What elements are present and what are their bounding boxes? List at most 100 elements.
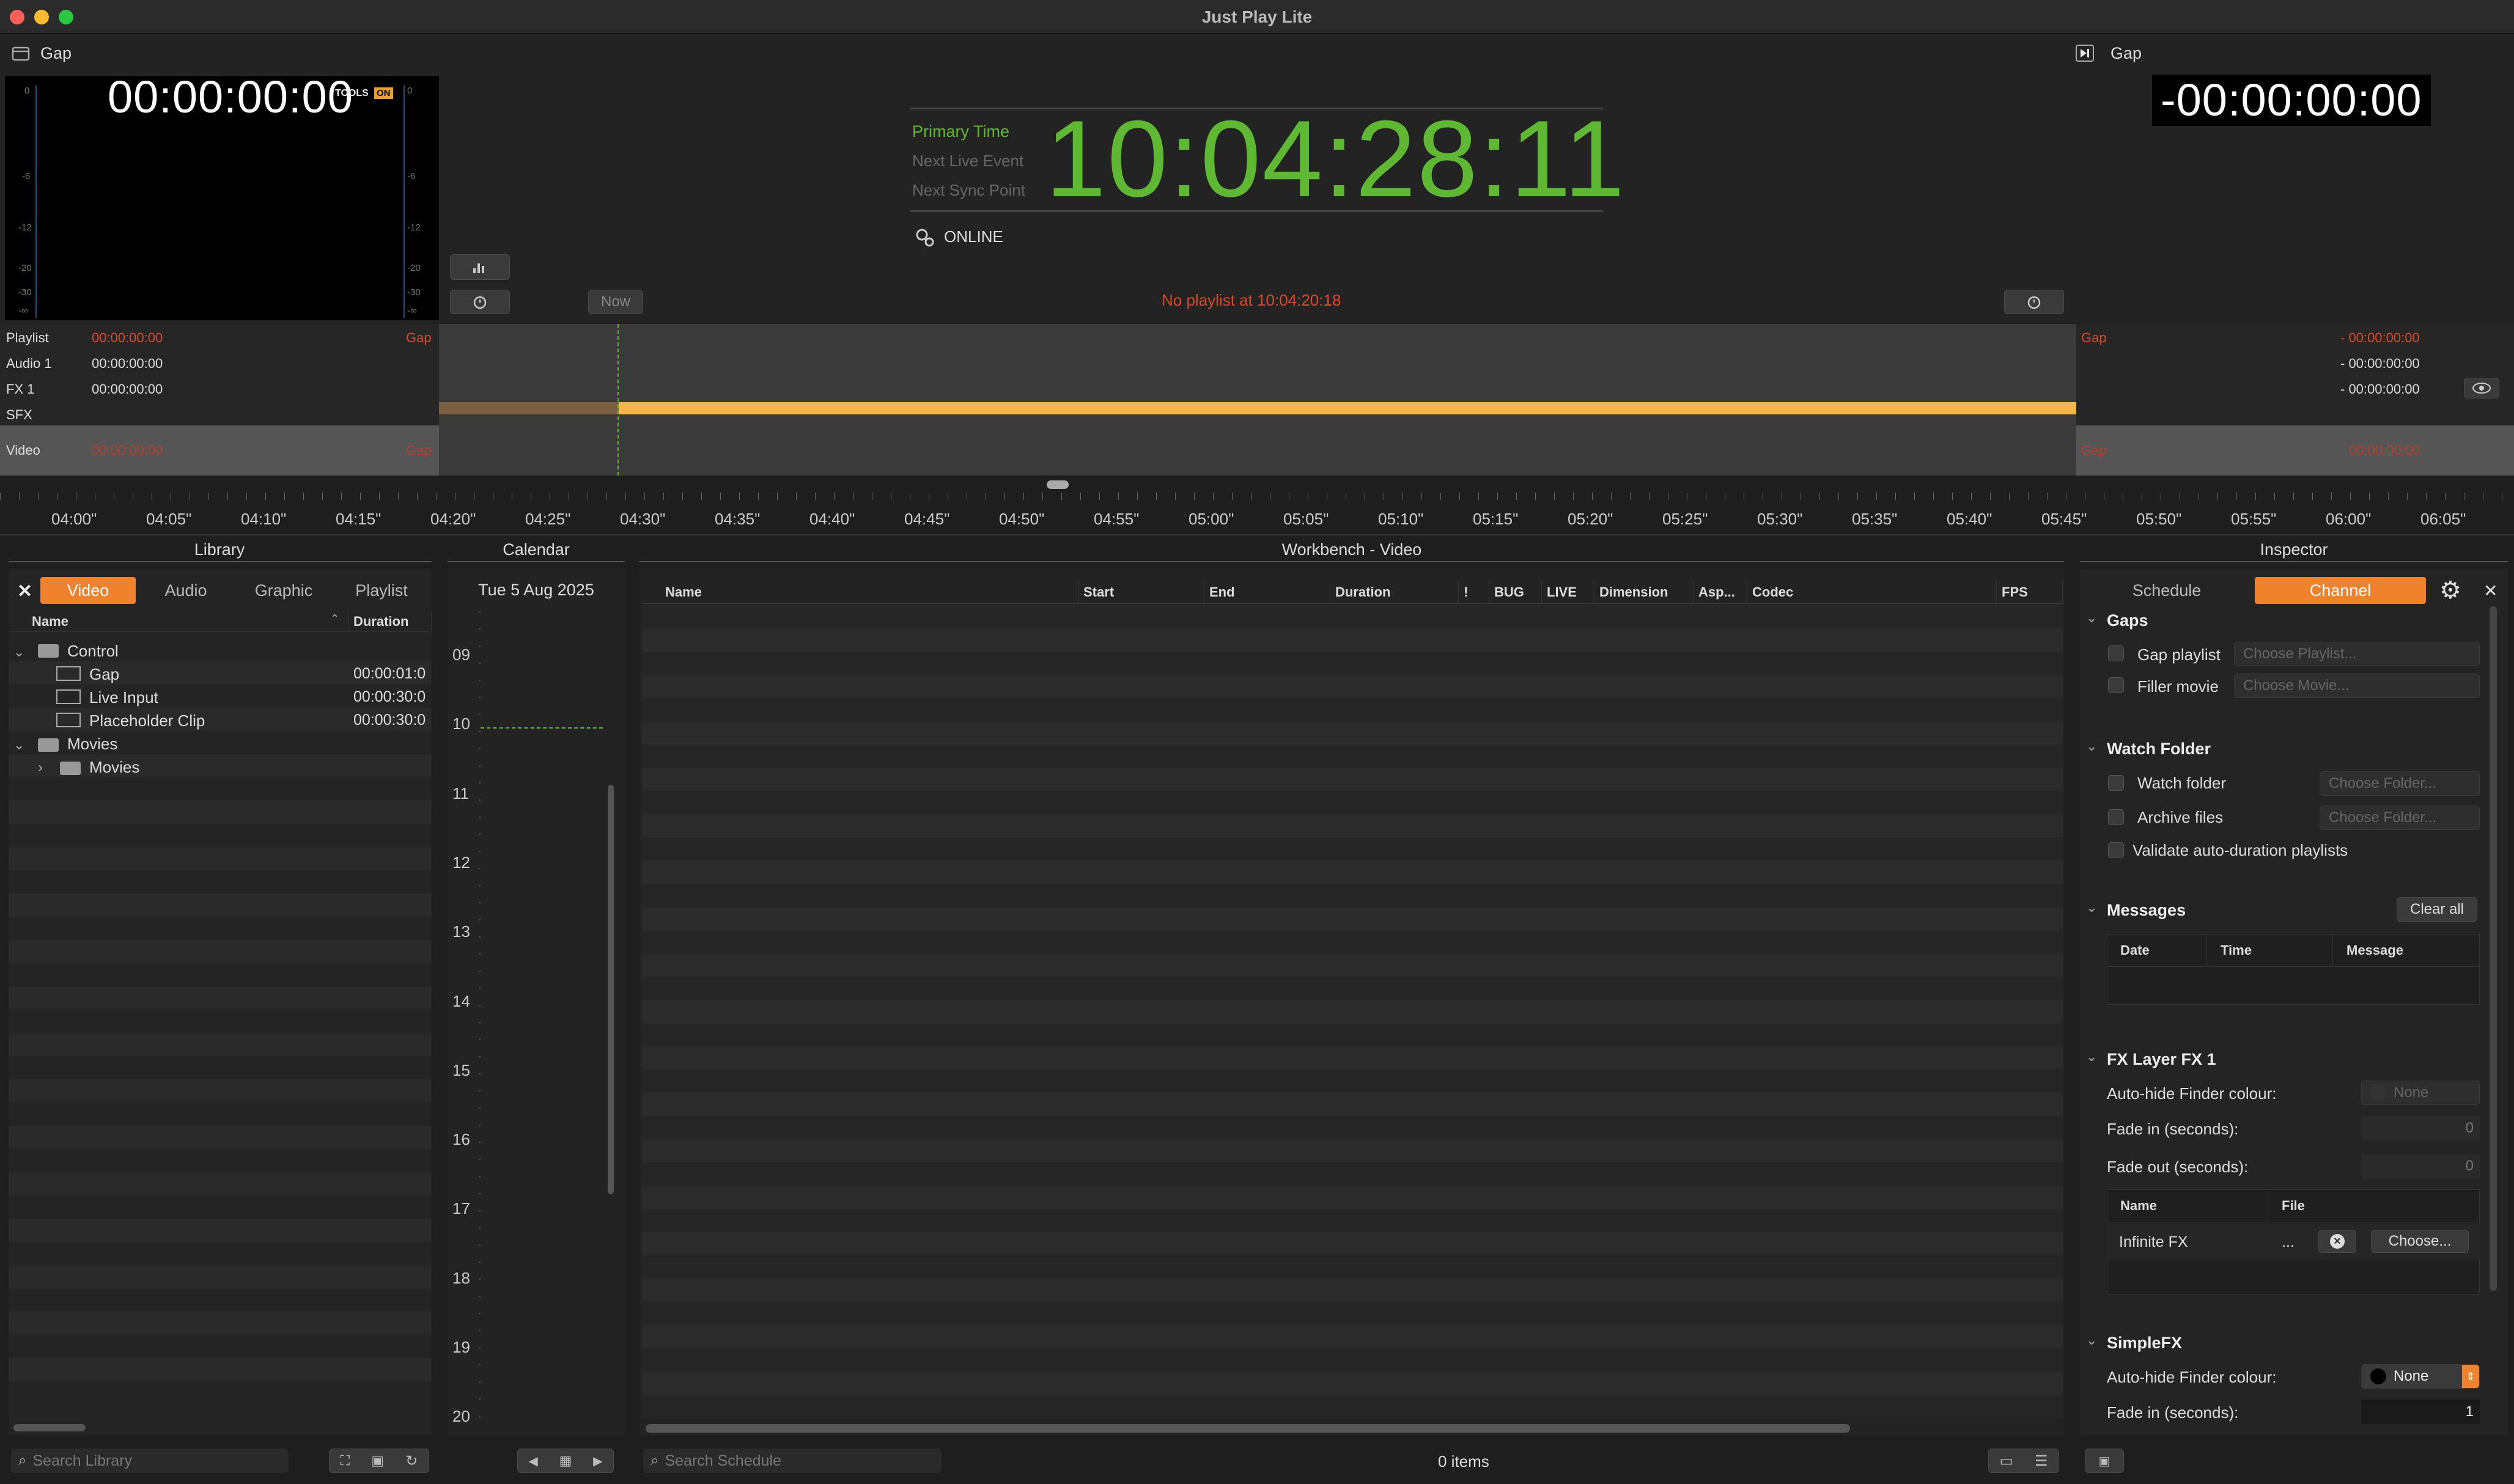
watch-folder-checkbox[interactable]: [2108, 775, 2124, 791]
library-list[interactable]: [9, 638, 432, 1414]
library-view-buttons[interactable]: ⛶ ▣ ↻: [329, 1449, 429, 1473]
library-row[interactable]: [9, 870, 432, 894]
library-row[interactable]: [9, 1219, 432, 1242]
wb-col-codec[interactable]: Codec: [1747, 581, 1997, 603]
choose-archive-folder-dropdown[interactable]: Choose Folder...: [2320, 806, 2480, 830]
calendar-nav[interactable]: ◀ ▦ ▶: [517, 1449, 614, 1473]
eye-icon[interactable]: [2464, 378, 2499, 399]
library-row[interactable]: [9, 1288, 432, 1312]
library-item-control[interactable]: Control: [67, 642, 119, 661]
workbench-list[interactable]: [642, 605, 2063, 1418]
table-row[interactable]: [642, 1348, 2063, 1372]
library-row[interactable]: [9, 1149, 432, 1172]
library-row[interactable]: [9, 1196, 432, 1219]
gap-playlist-checkbox[interactable]: [2108, 645, 2124, 661]
library-row[interactable]: [9, 1381, 432, 1405]
chevron-right-icon[interactable]: ›: [38, 759, 43, 776]
library-scrollbar[interactable]: [13, 1424, 86, 1431]
library-row[interactable]: [9, 777, 432, 801]
refresh-icon[interactable]: ↻: [405, 1452, 418, 1470]
image-icon[interactable]: ▣: [371, 1453, 384, 1469]
table-row[interactable]: [642, 675, 2063, 698]
wb-col-name[interactable]: Name: [642, 581, 1078, 603]
library-row[interactable]: [9, 963, 432, 986]
watch-folder-section-title[interactable]: Watch Folder: [2107, 740, 2211, 759]
chevron-down-icon[interactable]: ⌄: [13, 644, 24, 660]
tab-audio[interactable]: Audio: [138, 577, 234, 604]
library-search-input[interactable]: ⌕ Search Library: [11, 1449, 289, 1473]
table-row[interactable]: [642, 1139, 2063, 1163]
table-row[interactable]: [642, 1302, 2063, 1325]
table-row[interactable]: [642, 605, 2063, 628]
primary-time-label[interactable]: Primary Time: [912, 122, 1009, 141]
next-live-event-label[interactable]: Next Live Event: [912, 152, 1023, 171]
now-button[interactable]: Now: [588, 290, 643, 314]
clear-all-button[interactable]: Clear all: [2397, 897, 2477, 922]
table-row[interactable]: [642, 953, 2063, 977]
table-row[interactable]: [642, 1325, 2063, 1348]
library-item-placeholder-clip[interactable]: Placeholder Clip: [89, 711, 205, 730]
library-row[interactable]: [9, 824, 432, 847]
previous-icon[interactable]: ◀: [528, 1453, 537, 1469]
table-row[interactable]: [642, 768, 2063, 791]
table-row[interactable]: [642, 930, 2063, 953]
splitter-handle[interactable]: [1047, 480, 1069, 489]
table-row[interactable]: [642, 1000, 2063, 1023]
library-row[interactable]: [9, 986, 432, 1010]
library-row[interactable]: [9, 1242, 432, 1265]
library-item-live-input[interactable]: Live Input: [89, 688, 158, 707]
table-row[interactable]: [642, 652, 2063, 675]
wb-col-aspect[interactable]: Asp...: [1694, 581, 1747, 603]
alarm-right-button[interactable]: [2004, 290, 2064, 314]
chevron-down-icon[interactable]: ⌄: [2086, 1049, 2097, 1065]
tab-channel[interactable]: Channel: [2255, 577, 2426, 604]
workbench-scrollbar[interactable]: [646, 1424, 1850, 1433]
choose-watch-folder-dropdown[interactable]: Choose Folder...: [2320, 771, 2480, 796]
single-view-icon[interactable]: ▭: [1999, 1452, 2013, 1470]
wb-col-end[interactable]: End: [1204, 581, 1330, 603]
on-badge[interactable]: ON: [374, 87, 393, 99]
fx1-fade-out-input[interactable]: 0: [2361, 1154, 2480, 1178]
tab-schedule[interactable]: Schedule: [2080, 577, 2254, 604]
chevron-down-icon[interactable]: ⌄: [2086, 1332, 2097, 1348]
table-row[interactable]: [642, 1395, 2063, 1418]
table-row[interactable]: [642, 628, 2063, 652]
table-row[interactable]: [642, 1279, 2063, 1302]
validate-checkbox[interactable]: [2108, 842, 2124, 858]
library-row[interactable]: [9, 1312, 432, 1335]
next-sync-point-label[interactable]: Next Sync Point: [912, 181, 1025, 200]
msg-col-date[interactable]: Date: [2107, 934, 2207, 966]
chevron-down-icon[interactable]: ⌄: [13, 737, 24, 753]
fx1-fade-in-input[interactable]: 0: [2361, 1116, 2480, 1141]
wb-col-dimension[interactable]: Dimension: [1594, 581, 1694, 603]
wb-col-fps[interactable]: FPS: [1997, 581, 2063, 603]
gaps-section-title[interactable]: Gaps: [2107, 611, 2148, 630]
wb-col-live[interactable]: LIVE: [1542, 581, 1594, 603]
chevron-down-icon[interactable]: ⌄: [2086, 738, 2097, 754]
sort-chevron-icon[interactable]: ⌃: [330, 612, 339, 625]
wb-col-duration[interactable]: Duration: [1330, 581, 1459, 603]
table-row[interactable]: [642, 744, 2063, 768]
tab-playlist[interactable]: Playlist: [334, 577, 429, 604]
table-row[interactable]: [642, 884, 2063, 907]
msg-col-time[interactable]: Time: [2207, 934, 2333, 966]
clear-file-button[interactable]: ✕: [2318, 1230, 2356, 1253]
library-item-gap[interactable]: Gap: [89, 665, 119, 684]
next-icon[interactable]: ▶: [593, 1453, 602, 1469]
calendar-icon[interactable]: [11, 44, 31, 62]
library-row[interactable]: [9, 1103, 432, 1126]
library-row[interactable]: [9, 1010, 432, 1033]
tab-graphic[interactable]: Graphic: [236, 577, 331, 604]
library-row[interactable]: [9, 1358, 432, 1381]
expand-icon[interactable]: ⛶: [341, 1453, 350, 1469]
filler-movie-checkbox[interactable]: [2108, 677, 2124, 693]
library-row[interactable]: [9, 1079, 432, 1103]
library-row[interactable]: [9, 1172, 432, 1196]
wb-col-flag[interactable]: !: [1459, 581, 1489, 603]
table-row[interactable]: [642, 1093, 2063, 1116]
choose-file-button[interactable]: Choose...: [2371, 1230, 2469, 1253]
table-row[interactable]: [642, 861, 2063, 884]
library-row[interactable]: [9, 1056, 432, 1079]
library-col-duration[interactable]: Duration: [348, 611, 432, 631]
table-row[interactable]: [642, 1186, 2063, 1209]
